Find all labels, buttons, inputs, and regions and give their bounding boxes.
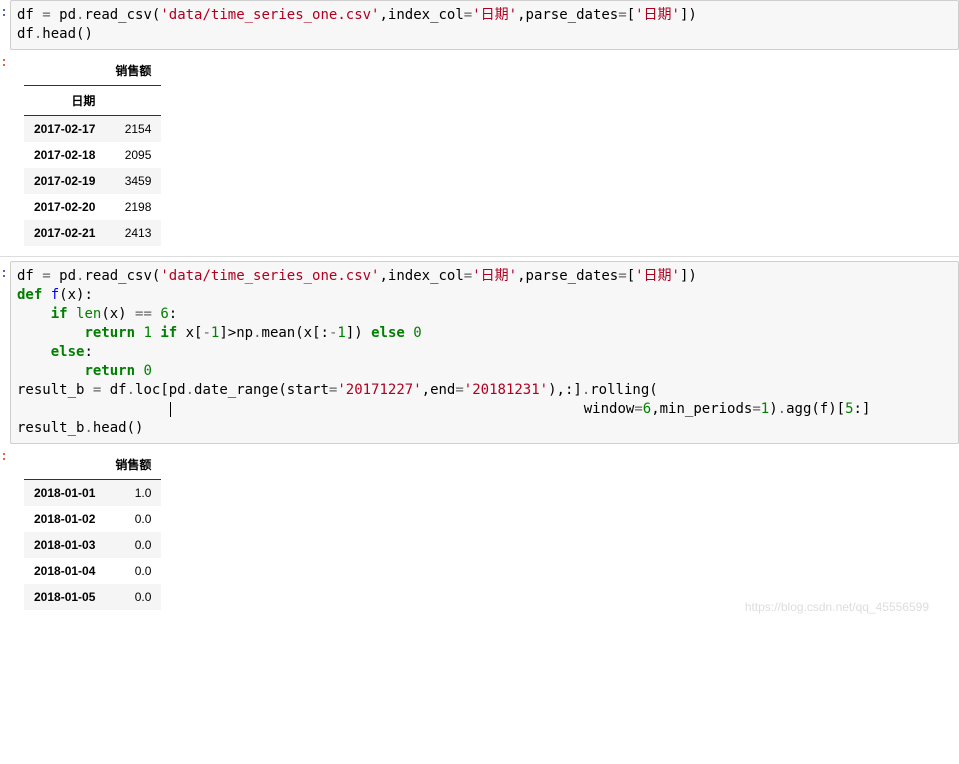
output-cell-1: : 销售额 日期 2017-02-172154 2017-02-182095 2… (0, 50, 959, 252)
code-line: result_b.head() (17, 420, 143, 436)
table-row: 2018-01-030.0 (24, 532, 161, 558)
row-index: 2018-01-03 (24, 532, 105, 558)
cell-value: 1.0 (105, 480, 161, 507)
cell-value: 0.0 (105, 506, 161, 532)
table-row: 2018-01-011.0 (24, 480, 161, 507)
cell-value: 2413 (105, 220, 161, 246)
row-index: 2017-02-19 (24, 168, 105, 194)
cell-value: 0.0 (105, 532, 161, 558)
divider (0, 256, 959, 257)
code-line: return 1 if x[-1]>np.mean(x[:-1]) else 0 (17, 325, 422, 341)
code-line: def f(x): (17, 287, 93, 303)
input-prompt: : (0, 0, 8, 50)
table-row: 2018-01-040.0 (24, 558, 161, 584)
column-header: 销售额 (105, 450, 161, 480)
cell-value: 2095 (105, 142, 161, 168)
index-corner (24, 56, 105, 86)
output-prompt: : (0, 50, 8, 252)
empty-header (105, 86, 161, 116)
code-editor-1[interactable]: df = pd.read_csv('data/time_series_one.c… (10, 0, 959, 50)
code-line: df = pd.read_csv('data/time_series_one.c… (17, 7, 697, 23)
table-row: 2017-02-182095 (24, 142, 161, 168)
cell-value: 3459 (105, 168, 161, 194)
table-row: 2018-01-020.0 (24, 506, 161, 532)
output-cell-2: : 销售额 2018-01-011.0 2018-01-020.0 2018-0… (0, 444, 959, 616)
code-line: df.head() (17, 26, 93, 42)
code-line: df = pd.read_csv('data/time_series_one.c… (17, 268, 697, 284)
row-index: 2018-01-05 (24, 584, 105, 610)
code-line: else: (17, 344, 93, 360)
index-corner (24, 450, 105, 480)
table-row: 2017-02-193459 (24, 168, 161, 194)
code-line: return 0 (17, 363, 152, 379)
table-row: 2017-02-212413 (24, 220, 161, 246)
cell-value: 0.0 (105, 558, 161, 584)
row-index: 2018-01-02 (24, 506, 105, 532)
column-header: 销售额 (105, 56, 161, 86)
row-index: 2017-02-17 (24, 116, 105, 143)
table-row: 2017-02-172154 (24, 116, 161, 143)
cell-value: 2154 (105, 116, 161, 143)
index-name: 日期 (24, 86, 105, 116)
row-index: 2017-02-21 (24, 220, 105, 246)
code-editor-2[interactable]: df = pd.read_csv('data/time_series_one.c… (10, 261, 959, 444)
dataframe-table-1: 销售额 日期 2017-02-172154 2017-02-182095 201… (24, 56, 161, 246)
code-cell-1: : df = pd.read_csv('data/time_series_one… (0, 0, 959, 50)
cell-value: 0.0 (105, 584, 161, 610)
table-row: 2017-02-202198 (24, 194, 161, 220)
row-index: 2018-01-04 (24, 558, 105, 584)
output-area-1: 销售额 日期 2017-02-172154 2017-02-182095 201… (8, 50, 959, 252)
cell-value: 2198 (105, 194, 161, 220)
output-prompt: : (0, 444, 8, 616)
input-prompt: : (0, 261, 8, 444)
row-index: 2017-02-20 (24, 194, 105, 220)
dataframe-table-2: 销售额 2018-01-011.0 2018-01-020.0 2018-01-… (24, 450, 161, 610)
code-line: result_b = df.loc[pd.date_range(start='2… (17, 382, 658, 398)
code-line: window=6,min_periods=1).agg(f)[5:] (17, 401, 870, 417)
code-line: if len(x) == 6: (17, 306, 177, 322)
code-cell-2: : df = pd.read_csv('data/time_series_one… (0, 261, 959, 444)
table-row: 2018-01-050.0 (24, 584, 161, 610)
row-index: 2018-01-01 (24, 480, 105, 507)
row-index: 2017-02-18 (24, 142, 105, 168)
output-area-2: 销售额 2018-01-011.0 2018-01-020.0 2018-01-… (8, 444, 959, 616)
